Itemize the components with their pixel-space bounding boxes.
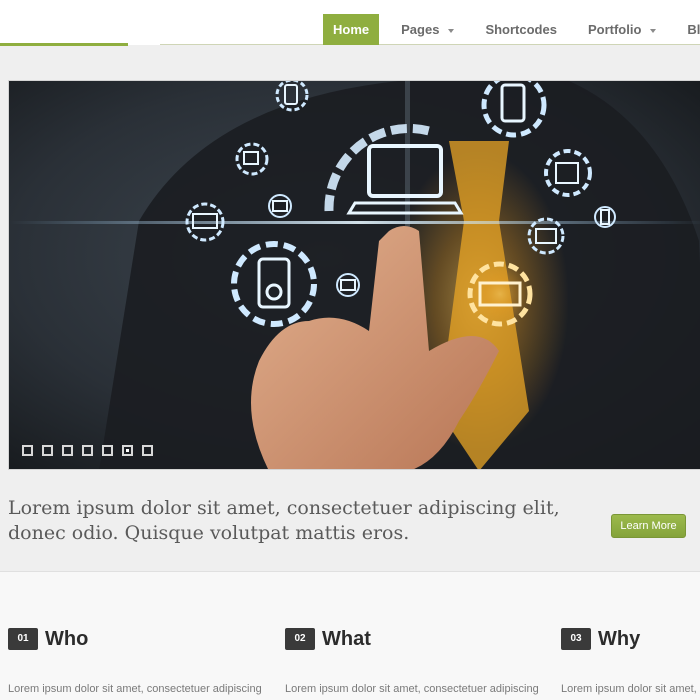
slider-dot[interactable] xyxy=(142,445,153,456)
nav-item-home[interactable]: Home xyxy=(323,14,380,45)
nav-label: Blog xyxy=(687,22,700,37)
nav-item-shortcodes[interactable]: Shortcodes xyxy=(475,14,567,45)
monitor-icon xyxy=(467,261,533,327)
nav-label: Shortcodes xyxy=(485,22,557,37)
slider-dot[interactable] xyxy=(62,445,73,456)
column-title: What xyxy=(322,627,371,650)
number-badge: 03 xyxy=(561,628,591,650)
slider-dot-active[interactable] xyxy=(122,445,133,456)
slider-dot[interactable] xyxy=(82,445,93,456)
number-badge: 01 xyxy=(8,628,38,650)
slider-dot[interactable] xyxy=(102,445,113,456)
main-nav: Home Pages Shortcodes Portfolio Blog xyxy=(323,14,700,45)
column-text: Lorem ipsum dolor sit amet, consectetuer… xyxy=(561,683,700,695)
column-text: Lorem ipsum dolor sit amet, consectetuer… xyxy=(8,683,262,695)
feature-column-why: 03 Why Lorem ipsum dolor sit amet, conse… xyxy=(561,626,700,700)
column-text: Lorem ipsum dolor sit amet, consectetuer… xyxy=(285,683,539,695)
learn-more-button[interactable]: Learn More xyxy=(611,514,686,538)
nav-item-blog[interactable]: Blog xyxy=(677,14,700,45)
nav-label: Pages xyxy=(401,22,440,37)
site-header: Home Pages Shortcodes Portfolio Blog xyxy=(0,0,700,46)
nav-item-pages[interactable]: Pages xyxy=(391,14,464,45)
feature-column-what: 02 What Lorem ipsum dolor sit amet, cons… xyxy=(285,626,545,695)
intro-text: Lorem ipsum dolor sit amet, consectetuer… xyxy=(8,497,560,544)
column-title: Who xyxy=(45,627,89,650)
slider-dot[interactable] xyxy=(42,445,53,456)
logo-underline xyxy=(0,43,128,46)
nav-label: Portfolio xyxy=(587,22,642,37)
chevron-down-icon xyxy=(448,28,455,33)
slider-dot[interactable] xyxy=(22,445,33,456)
chevron-down-icon xyxy=(650,28,657,33)
slide-image xyxy=(9,81,700,469)
hero-slider[interactable] xyxy=(8,80,700,470)
logo[interactable] xyxy=(0,0,160,45)
feature-column-who: 01 Who Lorem ipsum dolor sit amet, conse… xyxy=(8,626,268,695)
number-badge: 02 xyxy=(285,628,315,650)
nav-label: Home xyxy=(333,22,370,37)
nav-item-portfolio[interactable]: Portfolio xyxy=(578,14,666,45)
column-title: Why xyxy=(598,627,641,650)
slider-pagination xyxy=(22,445,162,456)
